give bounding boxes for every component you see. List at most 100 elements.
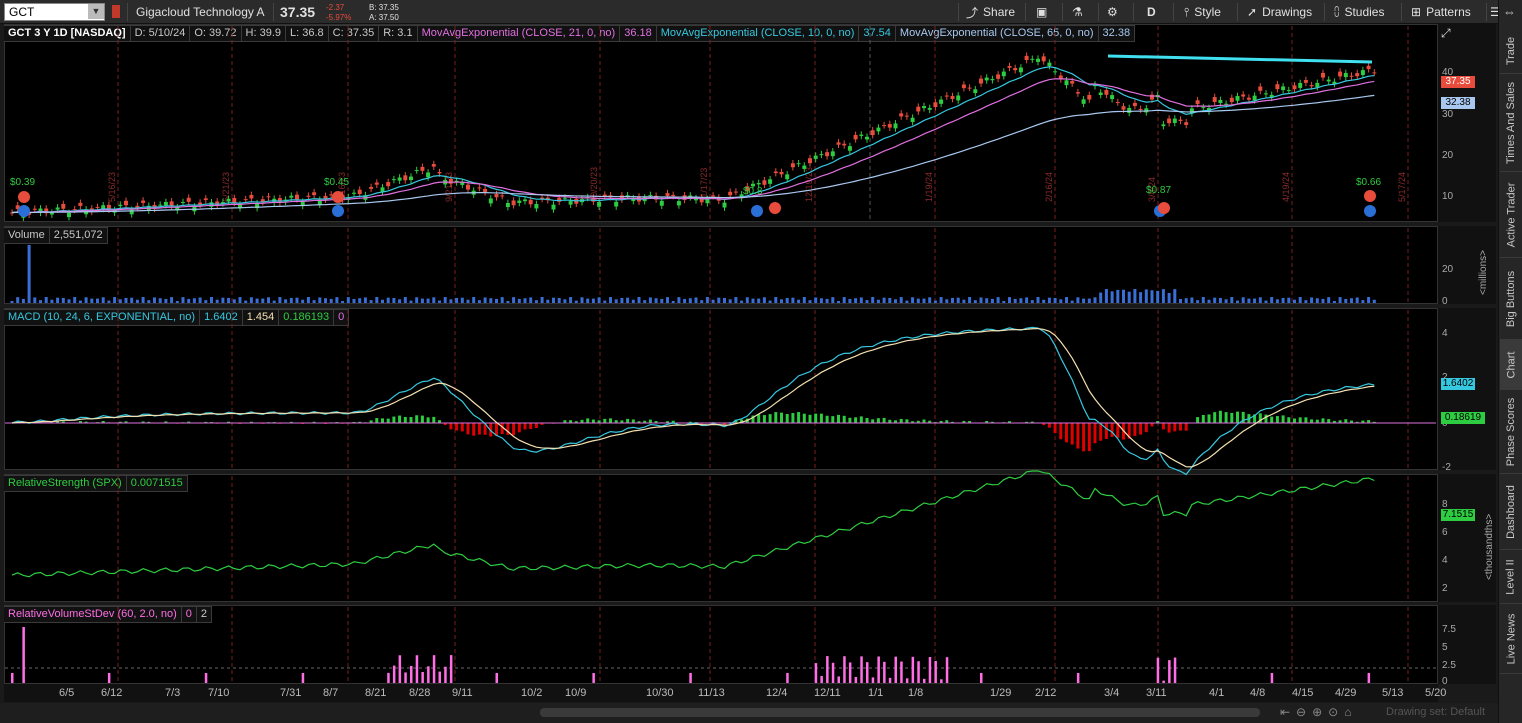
- time-axis-label: 8/28: [409, 687, 431, 699]
- autoscale-icon[interactable]: ⤢: [1441, 26, 1451, 41]
- style-button[interactable]: ⫯ Style: [1184, 0, 1221, 24]
- ema10-label[interactable]: MovAvgExponential (CLOSE, 10, 0, no): [655, 26, 859, 41]
- time-axis-label: 10/9: [565, 687, 587, 699]
- rvs-level: 2: [195, 607, 211, 622]
- ema21-value: 36.18: [619, 26, 656, 41]
- ema65-value: 32.38: [1097, 26, 1135, 41]
- tab-big-buttons-label: Big Buttons: [1505, 270, 1518, 327]
- time-axis-label: 4/8: [1250, 687, 1266, 699]
- volume-pane[interactable]: [4, 226, 1438, 304]
- macd-header: MACD (10, 24, 6, EXPONENTIAL, no) 1.6402…: [4, 309, 350, 326]
- cursor-icon: ➚: [1247, 5, 1258, 19]
- tab-phase-scores[interactable]: Phase Scores: [1500, 390, 1522, 474]
- volume-tick: 20: [1442, 264, 1454, 275]
- ohlc-open: O: 39.72: [189, 26, 240, 41]
- expand-icon[interactable]: ⇔: [1503, 4, 1516, 19]
- rvs-tick: 0: [1442, 676, 1448, 687]
- time-axis-label: 8/7: [323, 687, 339, 699]
- drawings-button[interactable]: ➚ Drawings: [1247, 0, 1312, 24]
- time-axis-label: 2/12: [1035, 687, 1057, 699]
- time-axis-label: 4/15: [1292, 687, 1314, 699]
- drawings-label: Drawings: [1262, 5, 1313, 19]
- rs-tick: 6: [1442, 527, 1448, 538]
- tab-active-trader[interactable]: Active Trader: [1500, 172, 1522, 258]
- macd-label[interactable]: MACD (10, 24, 6, EXPONENTIAL, no): [4, 310, 199, 325]
- rs-badge: 7.1515: [1441, 509, 1475, 521]
- tab-level-ii-label: Level II: [1505, 558, 1517, 595]
- macd-tick: -2: [1442, 462, 1451, 473]
- tab-times-label: Times And Sales: [1505, 81, 1518, 164]
- time-axis-label: 1/1: [868, 687, 884, 699]
- zoom-controls[interactable]: ⇤⊖⊕⊙⌂: [1280, 705, 1357, 719]
- tab-trade[interactable]: Trade: [1500, 28, 1522, 74]
- gear-icon: ⚙: [1107, 5, 1118, 19]
- period-button[interactable]: D: [1147, 0, 1156, 24]
- price-pane[interactable]: [4, 24, 1438, 222]
- tab-live-news-label: Live News: [1505, 613, 1517, 664]
- rvs-tick: 5: [1442, 642, 1448, 653]
- share-button[interactable]: ⤴ Share: [966, 0, 1015, 24]
- time-axis-label: 1/29: [990, 687, 1012, 699]
- style-icon: ⫯: [1184, 4, 1190, 19]
- flask-icon: ⚗: [1072, 5, 1083, 19]
- share-icon: ⤴: [966, 5, 979, 20]
- patterns-icon: ⊞: [1411, 5, 1422, 19]
- tab-dashboard[interactable]: Dashboard: [1500, 474, 1522, 550]
- last-price: 37.35: [280, 4, 316, 20]
- time-axis[interactable]: 6/5 6/12 7/3 7/10 7/31 8/7 8/21 8/28 9/11 10/2 10/…: [4, 684, 1446, 702]
- horizontal-scrollbar[interactable]: [540, 708, 1260, 717]
- price-header: GCT 3 Y 1D [NASDAQ] D: 5/10/24 O: 39.72 …: [4, 25, 1136, 42]
- rs-pane[interactable]: [4, 474, 1438, 602]
- style-label: Style: [1194, 5, 1221, 19]
- volume-tick: 0: [1442, 296, 1448, 307]
- drawing-set[interactable]: Drawing set: Default: [1386, 706, 1485, 718]
- macd-tick: 4: [1442, 328, 1448, 339]
- flask-button[interactable]: ⚗: [1072, 0, 1083, 24]
- macd-pane[interactable]: [4, 308, 1438, 470]
- ema21-label[interactable]: MovAvgExponential (CLOSE, 21, 0, no): [416, 26, 620, 41]
- tab-chart[interactable]: Chart: [1500, 340, 1522, 390]
- time-axis-label: 4/29: [1335, 687, 1357, 699]
- volume-label[interactable]: Volume: [4, 228, 49, 243]
- time-axis-label: 6/5: [59, 687, 75, 699]
- rvs-label[interactable]: RelativeVolumeStDev (60, 2.0, no): [4, 607, 181, 622]
- rs-label[interactable]: RelativeStrength (SPX): [4, 476, 126, 491]
- tab-big-buttons[interactable]: Big Buttons: [1500, 258, 1522, 340]
- patterns-button[interactable]: ⊞ Patterns: [1411, 0, 1471, 24]
- snapshot-button[interactable]: ▣: [1036, 0, 1047, 24]
- ohlc-date: D: 5/10/24: [129, 26, 190, 41]
- rvs-pane[interactable]: [4, 605, 1438, 684]
- tab-phase-scores-label: Phase Scores: [1505, 397, 1518, 466]
- camera-icon: ▣: [1036, 5, 1048, 19]
- time-axis-label: 5/20: [1425, 687, 1447, 699]
- time-axis-label: 3/4: [1104, 687, 1120, 699]
- time-axis-label: 12/4: [766, 687, 788, 699]
- settings-button[interactable]: ⚙: [1107, 0, 1118, 24]
- macd-value: 1.6402: [199, 310, 242, 325]
- tab-active-trader-label: Active Trader: [1505, 182, 1517, 247]
- ohlc-low: L: 36.8: [285, 26, 328, 41]
- ema65-label[interactable]: MovAvgExponential (CLOSE, 65, 0, no): [894, 26, 1098, 41]
- tab-live-news[interactable]: Live News: [1500, 604, 1522, 674]
- share-label: Share: [983, 5, 1016, 19]
- top-toolbar: GCT ▼ Gigacloud Technology A 37.35 -2.37…: [0, 0, 1501, 24]
- macd-diff-badge: 0.18619: [1441, 412, 1485, 424]
- tab-level-ii[interactable]: Level II: [1500, 550, 1522, 604]
- bottom-bar: ⇤⊖⊕⊙⌂ Drawing set: Default: [0, 703, 1498, 723]
- rs-header: RelativeStrength (SPX) 0.0071515: [4, 475, 188, 492]
- studies-button[interactable]: ⩇ Studies: [1334, 0, 1384, 24]
- time-axis-label: 4/1: [1209, 687, 1225, 699]
- chart-title: GCT 3 Y 1D [NASDAQ]: [8, 27, 126, 39]
- macd-avg: 1.454: [241, 310, 279, 325]
- flag-icon[interactable]: [112, 5, 120, 18]
- macd-value-badge: 1.6402: [1441, 378, 1475, 390]
- tab-times-and-sales[interactable]: Times And Sales: [1500, 74, 1522, 172]
- rvs-tick: 2.5: [1442, 660, 1456, 671]
- macd-diff: 0.186193: [278, 310, 333, 325]
- time-axis-label: 7/10: [208, 687, 230, 699]
- symbol-dropdown-icon[interactable]: ▼: [88, 4, 104, 19]
- price-tick: 20: [1442, 150, 1454, 161]
- time-axis-label: 1/8: [908, 687, 924, 699]
- time-axis-label: 7/3: [165, 687, 181, 699]
- studies-label: Studies: [1344, 5, 1385, 19]
